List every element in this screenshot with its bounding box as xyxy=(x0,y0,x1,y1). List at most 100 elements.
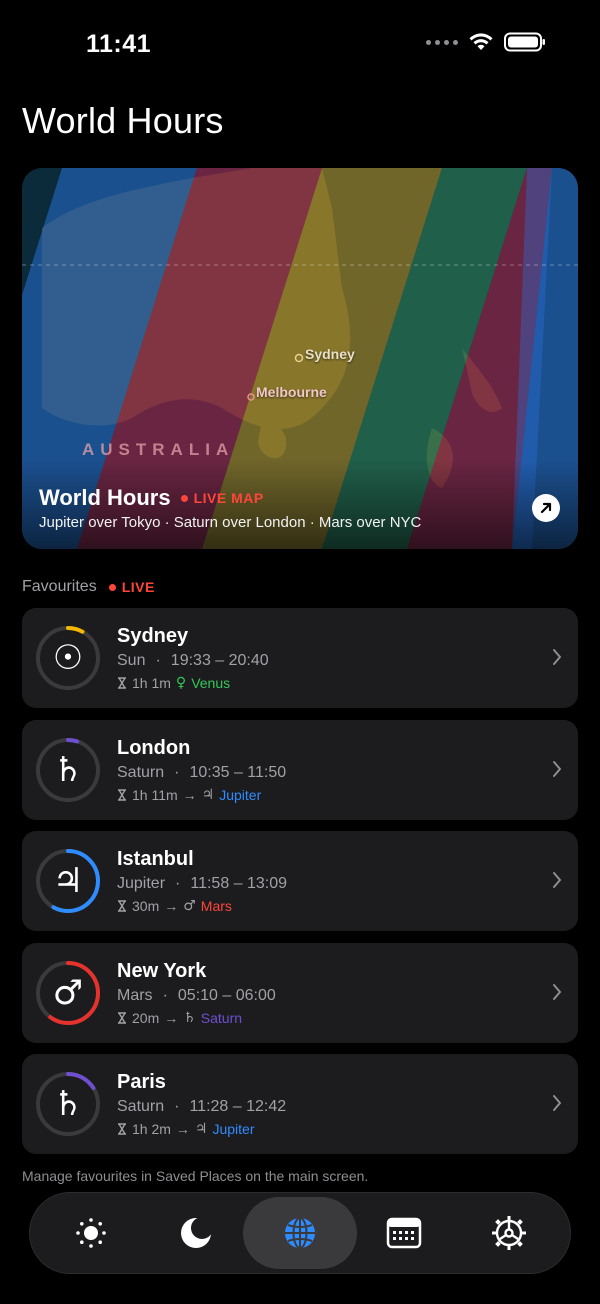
chevron-right-icon xyxy=(553,983,561,1000)
separator-dot: · xyxy=(175,875,181,892)
time-remaining: 30m xyxy=(132,898,160,914)
planet-symbol-icon: ☉ xyxy=(52,638,84,678)
live-map-badge: LIVE MAP xyxy=(180,490,264,506)
hour-detail: Mars · 05:10 – 06:00 xyxy=(117,987,276,1005)
hour-range: 19:33 – 20:40 xyxy=(170,652,269,669)
status-bar: 11:41 xyxy=(0,0,600,90)
moon-icon xyxy=(181,1217,213,1248)
next-planet: Mars xyxy=(200,898,232,914)
live-label: LIVE xyxy=(121,579,155,595)
arrow-right-icon: → xyxy=(175,1121,190,1137)
ruler-planet: Jupiter xyxy=(117,875,166,892)
time-remaining: 1h 11m xyxy=(132,786,178,803)
map-place-label: Melbourne xyxy=(256,384,327,400)
ruler-planet: Sun xyxy=(117,652,146,669)
hour-range: 11:58 – 13:09 xyxy=(190,875,288,892)
status-time: 11:41 xyxy=(86,30,152,58)
calendar-icon xyxy=(386,1217,422,1249)
footnote: Manage favourites in Saved Places on the… xyxy=(22,1168,369,1184)
hour-detail: Saturn · 11:28 – 12:42 xyxy=(117,1098,286,1116)
arrow-right-icon: → xyxy=(164,1009,179,1026)
next-hour: 1h 2m → ♃ Jupiter xyxy=(117,1121,255,1137)
live-map-card[interactable]: AUSTRALIA Sydney Melbourne World Hours L… xyxy=(22,168,578,549)
hourglass-icon xyxy=(118,900,126,912)
next-hour: 1h 1m ♀ Venus xyxy=(117,675,230,691)
tab-settings[interactable] xyxy=(452,1197,566,1269)
chevron-right-icon xyxy=(553,649,561,665)
map-place-label: Sydney xyxy=(305,346,355,362)
favourites-header: Favourites LIVE xyxy=(22,578,155,596)
separator-dot: · xyxy=(155,652,161,669)
ruler-planet: Mars xyxy=(117,986,153,1004)
favourite-row[interactable]: ♄ Paris Saturn · 11:28 – 12:42 1h 2m → ♃ Jupiter xyxy=(22,1054,578,1154)
map-title-text: World Hours xyxy=(39,485,171,510)
favourite-row[interactable]: ♄ London Saturn · 10:35 – 11:50 1h 11m → ♃ Jupit… xyxy=(22,719,578,820)
hour-detail: Saturn · 10:35 – 11:50 xyxy=(117,764,286,782)
hourglass-icon xyxy=(118,1123,126,1135)
favourite-row[interactable]: ☉ Sydney Sun · 19:33 – 20:40 1h 1m ♀ Venus xyxy=(22,608,578,708)
separator-dot: · xyxy=(162,986,168,1004)
planet-symbol-icon: ♃ xyxy=(52,861,84,901)
settings-icon xyxy=(492,1216,526,1250)
city-name: Paris xyxy=(117,1071,166,1093)
wifi-icon xyxy=(469,33,493,50)
separator-dot: · xyxy=(174,763,180,781)
hourglass-icon xyxy=(118,1011,126,1024)
live-dot-icon xyxy=(108,583,116,591)
map-subtitle: Jupiter over Tokyo · Saturn over London … xyxy=(39,514,422,531)
hourglass-icon xyxy=(118,677,126,689)
hourglass-icon xyxy=(118,788,126,801)
favourite-row[interactable]: ♃ Istanbul Jupiter · 11:58 – 13:09 30m → ♂ Mars xyxy=(22,831,578,931)
next-planet: Jupiter xyxy=(219,786,262,803)
time-remaining: 20m xyxy=(132,1009,160,1026)
ruler-planet: Saturn xyxy=(117,1098,165,1115)
hour-detail: Jupiter · 11:58 – 13:09 xyxy=(117,875,287,893)
city-name: Sydney xyxy=(117,625,189,647)
next-planet-symbol-icon: ♂ xyxy=(183,898,196,914)
sun-icon xyxy=(76,1218,106,1248)
next-planet-symbol-icon: ♀ xyxy=(175,675,187,691)
live-badge: LIVE xyxy=(108,579,155,595)
time-remaining: 1h 1m xyxy=(132,675,171,691)
chevron-right-icon xyxy=(553,1095,561,1111)
map-country-label: AUSTRALIA xyxy=(82,440,235,459)
city-name: New York xyxy=(117,959,207,982)
tab-calendar[interactable] xyxy=(347,1197,461,1269)
cellular-icon xyxy=(426,39,458,45)
separator-dot: · xyxy=(174,1098,180,1115)
next-planet-symbol-icon: ♄ xyxy=(183,1009,196,1026)
open-map-button[interactable] xyxy=(532,494,560,522)
hour-range: 05:10 – 06:00 xyxy=(177,986,276,1004)
arrow-right-icon: → xyxy=(164,898,179,914)
globe-icon xyxy=(285,1217,315,1249)
next-planet-symbol-icon: ♃ xyxy=(201,786,215,803)
arrow-right-icon: → xyxy=(182,786,197,803)
chevron-right-icon xyxy=(553,872,561,888)
live-dot-icon xyxy=(180,494,188,502)
tab-bar xyxy=(29,1192,571,1274)
favourite-row[interactable]: ♂ New York Mars · 05:10 – 06:00 20m → ♄ Saturn xyxy=(22,942,578,1043)
chevron-right-icon xyxy=(553,760,561,777)
live-map-label: LIVE MAP xyxy=(193,490,264,506)
next-hour: 30m → ♂ Mars xyxy=(117,898,232,914)
arrow-up-right-icon xyxy=(540,502,552,514)
ruler-planet: Saturn xyxy=(117,763,165,781)
next-planet: Jupiter xyxy=(212,1121,255,1137)
tab-moon[interactable] xyxy=(139,1197,253,1269)
favourites-title: Favourites xyxy=(22,578,97,595)
tab-sun[interactable] xyxy=(34,1197,148,1269)
next-planet: Saturn xyxy=(200,1009,243,1026)
next-planet: Venus xyxy=(191,675,231,691)
next-planet-symbol-icon: ♃ xyxy=(194,1121,208,1137)
city-name: London xyxy=(117,736,191,759)
page-title: World Hours xyxy=(22,100,224,141)
hour-range: 11:28 – 12:42 xyxy=(189,1098,287,1115)
time-remaining: 1h 2m xyxy=(132,1121,171,1137)
status-icons xyxy=(426,32,546,52)
next-hour: 20m → ♄ Saturn xyxy=(117,1010,242,1026)
hour-range: 10:35 – 11:50 xyxy=(189,763,287,781)
planet-symbol-icon: ♄ xyxy=(52,749,84,790)
hour-detail: Sun · 19:33 – 20:40 xyxy=(117,652,269,670)
tab-globe[interactable] xyxy=(243,1197,357,1269)
battery-icon xyxy=(504,32,545,52)
